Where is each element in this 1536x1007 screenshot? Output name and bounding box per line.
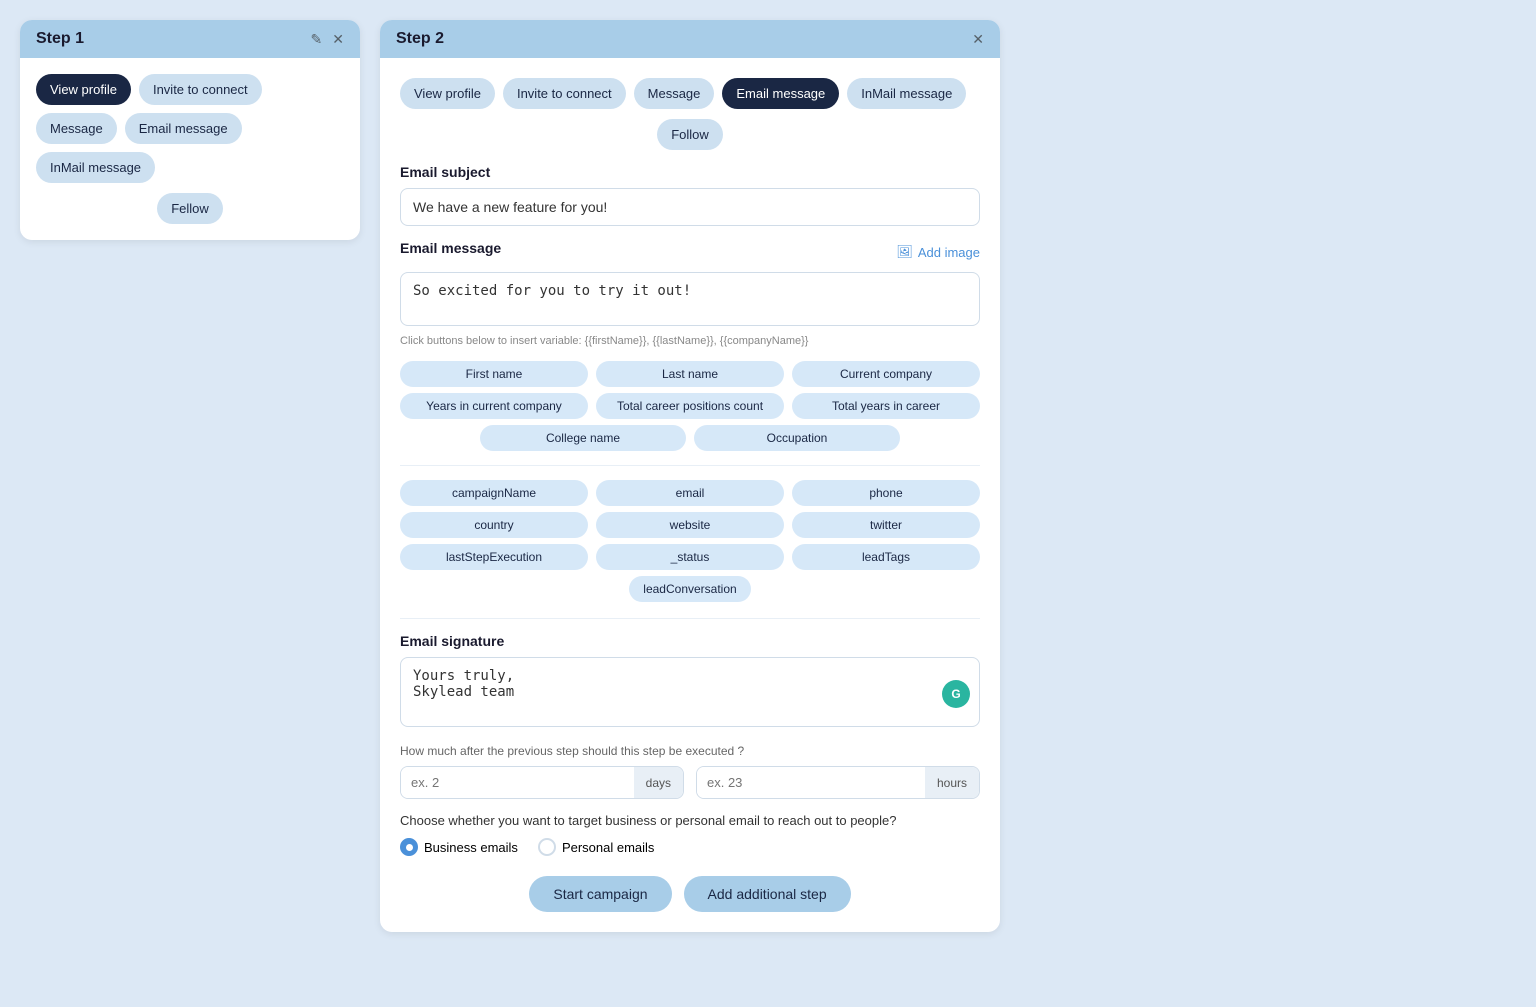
step1-title: Step 1 <box>36 30 84 48</box>
step2-action-buttons: View profile Invite to connect Message E… <box>400 78 980 109</box>
personal-emails-radio[interactable] <box>538 838 556 856</box>
var-total-career-positions[interactable]: Total career positions count <box>596 393 784 419</box>
step1-follow-button[interactable]: Fellow <box>157 193 223 224</box>
step1-body: View profile Invite to connect Message E… <box>20 58 360 240</box>
divider-2 <box>400 618 980 619</box>
linkedin-vars-row2: Years in current company Total career po… <box>400 393 980 419</box>
email-target-section: Choose whether you want to target busine… <box>400 813 980 856</box>
add-image-label: Add image <box>918 245 980 260</box>
step2-email-message-button[interactable]: Email message <box>722 78 839 109</box>
linkedin-vars-row1: First name Last name Current company <box>400 361 980 387</box>
business-emails-label: Business emails <box>424 840 518 855</box>
email-message-header: Email message 🖼 Add image <box>400 240 980 264</box>
email-signature-label: Email signature <box>400 633 980 649</box>
step1-edit-icon[interactable]: ✎ <box>311 31 323 48</box>
custom-vars-row2: country website twitter <box>400 512 980 538</box>
step2-message-button[interactable]: Message <box>634 78 715 109</box>
step1-inmail-message-button[interactable]: InMail message <box>36 152 155 183</box>
step2-title: Step 2 <box>396 30 444 48</box>
email-message-input[interactable] <box>400 272 980 326</box>
email-subject-input[interactable] <box>400 188 980 226</box>
step2-body: View profile Invite to connect Message E… <box>380 58 1000 932</box>
var-current-company[interactable]: Current company <box>792 361 980 387</box>
step1-close-icon[interactable]: ✕ <box>332 31 344 48</box>
email-signature-section: Email signature G <box>400 633 980 730</box>
personal-emails-option[interactable]: Personal emails <box>538 838 655 856</box>
timing-label: How much after the previous step should … <box>400 744 980 758</box>
step2-header: Step 2 ✕ <box>380 20 1000 58</box>
email-radio-group: Business emails Personal emails <box>400 838 980 856</box>
signature-initial: G <box>951 687 960 701</box>
var-website[interactable]: website <box>596 512 784 538</box>
email-target-label: Choose whether you want to target busine… <box>400 813 980 828</box>
business-emails-option[interactable]: Business emails <box>400 838 518 856</box>
step2-invite-connect-button[interactable]: Invite to connect <box>503 78 626 109</box>
step1-header: Step 1 ✎ ✕ <box>20 20 360 58</box>
var-phone[interactable]: phone <box>792 480 980 506</box>
footer-buttons: Start campaign Add additional step <box>400 876 980 912</box>
step1-follow-row: Fellow <box>36 193 344 224</box>
hours-field: hours <box>696 766 980 799</box>
personal-emails-label: Personal emails <box>562 840 655 855</box>
signature-avatar: G <box>942 680 970 708</box>
var-total-years-career[interactable]: Total years in career <box>792 393 980 419</box>
custom-vars-row1: campaignName email phone <box>400 480 980 506</box>
divider-1 <box>400 465 980 466</box>
var-status[interactable]: _status <box>596 544 784 570</box>
var-country[interactable]: country <box>400 512 588 538</box>
email-subject-section: Email subject <box>400 164 980 226</box>
step1-message-button[interactable]: Message <box>36 113 117 144</box>
var-lead-tags[interactable]: leadTags <box>792 544 980 570</box>
step2-view-profile-button[interactable]: View profile <box>400 78 495 109</box>
step2-panel: Step 2 ✕ View profile Invite to connect … <box>380 20 1000 932</box>
var-lead-conversation[interactable]: leadConversation <box>629 576 750 602</box>
variable-hint: Click buttons below to insert variable: … <box>400 335 980 347</box>
var-email[interactable]: email <box>596 480 784 506</box>
var-years-current-company[interactable]: Years in current company <box>400 393 588 419</box>
image-icon: 🖼 <box>896 244 913 260</box>
timing-section: How much after the previous step should … <box>400 744 980 799</box>
step1-panel: Step 1 ✎ ✕ View profile Invite to connec… <box>20 20 360 240</box>
days-input[interactable] <box>401 767 634 798</box>
days-field: days <box>400 766 684 799</box>
var-first-name[interactable]: First name <box>400 361 588 387</box>
add-additional-step-button[interactable]: Add additional step <box>684 876 851 912</box>
var-twitter[interactable]: twitter <box>792 512 980 538</box>
var-occupation[interactable]: Occupation <box>694 425 900 451</box>
var-last-name[interactable]: Last name <box>596 361 784 387</box>
email-message-label: Email message <box>400 240 501 256</box>
hours-unit: hours <box>925 767 979 798</box>
start-campaign-button[interactable]: Start campaign <box>529 876 671 912</box>
timing-row: days hours <box>400 766 980 799</box>
step1-header-icons: ✎ ✕ <box>311 31 344 48</box>
step1-email-message-button[interactable]: Email message <box>125 113 242 144</box>
linkedin-vars-row3: College name Occupation <box>480 425 900 451</box>
email-signature-input[interactable] <box>400 657 980 727</box>
step1-action-buttons: View profile Invite to connect Message E… <box>36 74 344 183</box>
add-image-button[interactable]: 🖼 Add image <box>896 244 980 260</box>
custom-vars-row3: lastStepExecution _status leadTags <box>400 544 980 570</box>
var-campaign-name[interactable]: campaignName <box>400 480 588 506</box>
email-subject-label: Email subject <box>400 164 980 180</box>
step2-follow-row: Follow <box>400 119 980 150</box>
step2-follow-button[interactable]: Follow <box>657 119 723 150</box>
hours-input[interactable] <box>697 767 925 798</box>
days-unit: days <box>634 767 683 798</box>
signature-area: G <box>400 657 980 730</box>
custom-vars-row4: leadConversation <box>400 576 980 602</box>
var-college-name[interactable]: College name <box>480 425 686 451</box>
step1-invite-connect-button[interactable]: Invite to connect <box>139 74 262 105</box>
step2-close-icon[interactable]: ✕ <box>972 31 984 48</box>
step2-inmail-message-button[interactable]: InMail message <box>847 78 966 109</box>
business-emails-radio[interactable] <box>400 838 418 856</box>
email-message-section: Email message 🖼 Add image Click buttons … <box>400 240 980 347</box>
step1-view-profile-button[interactable]: View profile <box>36 74 131 105</box>
var-last-step-execution[interactable]: lastStepExecution <box>400 544 588 570</box>
